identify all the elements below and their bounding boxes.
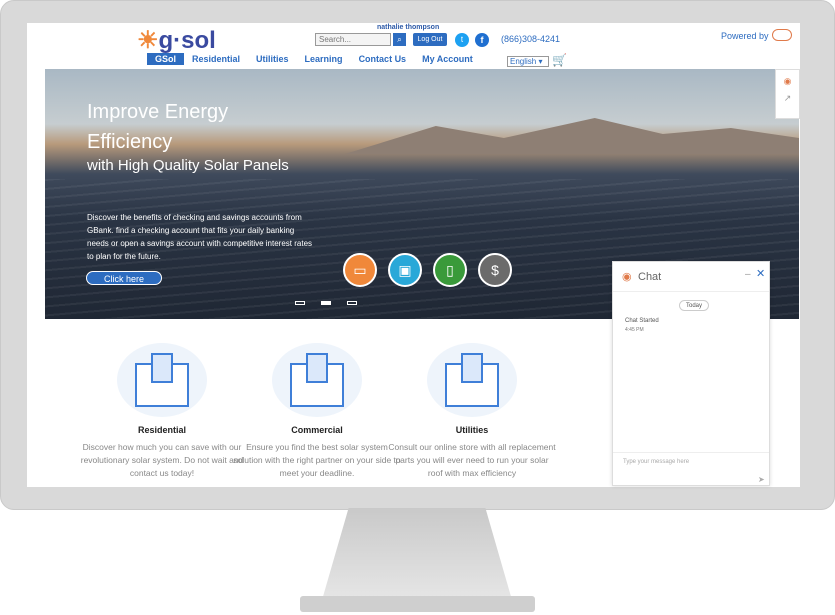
side-widget: ◉ ↗ [775, 69, 800, 119]
facebook-icon[interactable]: f [475, 33, 489, 47]
user-name: nathalie thompson [377, 24, 440, 31]
feature-utilities: Utilities Consult our online store with … [387, 343, 557, 480]
feature-title: Residential [137, 425, 186, 435]
gsol-logo[interactable]: ☀g·sol [137, 26, 216, 55]
commercial-illustration [272, 343, 362, 417]
nav-my-account[interactable]: My Account [414, 53, 481, 65]
nav-residential[interactable]: Residential [184, 53, 248, 65]
share-icon[interactable]: ↗ [776, 93, 799, 104]
carousel-dot-2[interactable] [321, 301, 331, 305]
hero-blurb: Discover the benefits of checking and sa… [87, 213, 313, 261]
powered-by-label: Powered by [721, 31, 769, 41]
site-header: ☀g·sol nathalie thompson Search... ⌕ Log… [27, 23, 800, 69]
close-icon[interactable]: ✕ [756, 267, 765, 280]
phone-number[interactable]: (866)308-4241 [501, 34, 560, 44]
hero-title: Improve Energy Efficiency [87, 97, 228, 157]
feature-title: Utilities [455, 425, 489, 435]
nav-gsol[interactable]: GSol [147, 53, 185, 65]
day-separator: Today [679, 300, 709, 311]
feature-desc: Consult our online store with all replac… [388, 442, 556, 478]
cloud-logo-icon [772, 29, 792, 41]
click-here-button[interactable]: Click here [86, 271, 162, 285]
cart-icon[interactable]: 🛒 [552, 53, 567, 67]
nav-contact-us[interactable]: Contact Us [351, 53, 415, 65]
feature-residential: Residential Discover how much you can sa… [77, 343, 247, 480]
nav-utilities[interactable]: Utilities [248, 53, 297, 65]
search-input[interactable]: Search... [315, 33, 391, 46]
mountain-backdrop [345, 118, 799, 154]
credit-card-icon[interactable]: ▭ [343, 253, 377, 287]
feature-commercial: Commercial Ensure you find the best sola… [232, 343, 402, 480]
chat-title: Chat [638, 271, 662, 283]
mobile-icon[interactable]: ▯ [433, 253, 467, 287]
feature-title: Commercial [291, 425, 343, 435]
residential-illustration [117, 343, 207, 417]
monitor-frame: ☀g·sol nathalie thompson Search... ⌕ Log… [0, 0, 835, 510]
language-label: English [510, 57, 537, 66]
send-icon[interactable]: ➤ [758, 475, 765, 484]
feature-desc: Discover how much you can save with our … [80, 442, 244, 478]
search-icon[interactable]: ⌕ [393, 33, 406, 46]
main-nav: GSol Residential Utilities Learning Cont… [147, 53, 481, 65]
carousel-dot-1[interactable] [295, 301, 305, 305]
logo-text: g·sol [158, 27, 216, 54]
laptop-dollar-icon[interactable]: $ [478, 253, 512, 287]
building-tower-shape [151, 353, 173, 383]
monitor-neck [322, 508, 512, 600]
sun-icon: ☀ [137, 27, 159, 54]
building-tower-shape [461, 353, 483, 383]
carousel-dot-3[interactable] [347, 301, 357, 305]
nav-learning[interactable]: Learning [297, 53, 351, 65]
minimize-icon[interactable]: – [745, 269, 751, 280]
carousel-dots [295, 301, 357, 305]
twitter-icon[interactable]: t [455, 33, 469, 47]
utilities-illustration [427, 343, 517, 417]
language-select[interactable]: English ▾ [507, 56, 549, 67]
feature-desc: Ensure you find the best solar system so… [233, 442, 401, 478]
hero-subtitle: with High Quality Solar Panels [87, 157, 289, 174]
chat-status: Chat Started [625, 318, 659, 324]
chat-message-input[interactable]: Type your message here [613, 452, 769, 485]
hero-title-line2: Efficiency [87, 131, 173, 153]
chat-bubble-icon[interactable]: ◉ [776, 76, 799, 87]
wallet-icon[interactable]: ▣ [388, 253, 422, 287]
chat-bubble-icon: ◉ [622, 271, 632, 283]
chat-widget: ◉ Chat – ✕ Today Chat Started 4:45 PM Ty… [612, 261, 770, 486]
monitor-base [300, 596, 535, 612]
chat-header: ◉ Chat – ✕ [613, 262, 769, 292]
logout-button[interactable]: Log Out [413, 33, 447, 46]
hero-title-line1: Improve Energy [87, 101, 229, 123]
building-tower-shape [306, 353, 328, 383]
chat-time: 4:45 PM [625, 327, 644, 333]
